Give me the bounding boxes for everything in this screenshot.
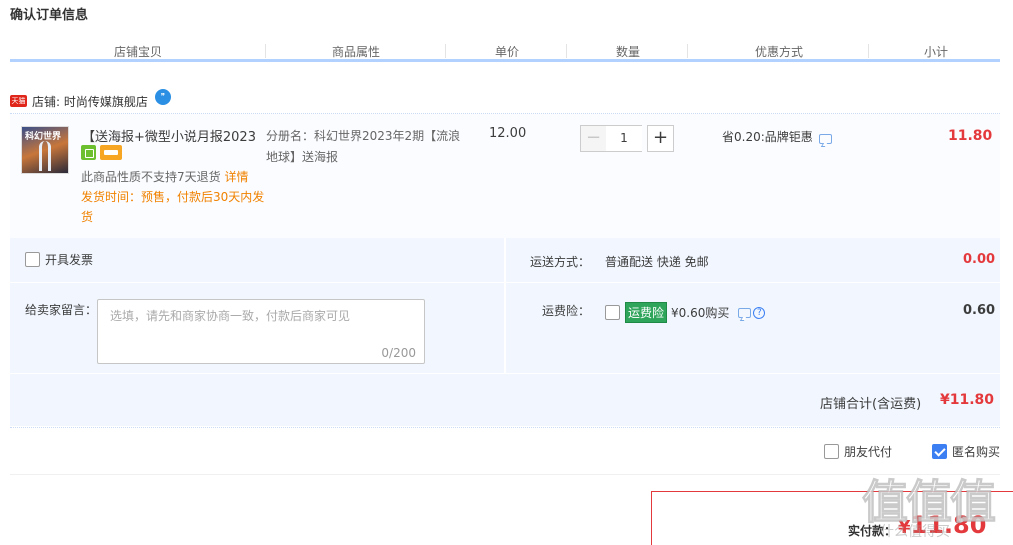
- quantity-input[interactable]: 1: [606, 125, 642, 152]
- anonymous-buy-option[interactable]: 匿名购买: [932, 443, 1000, 460]
- discount-comment-icon[interactable]: [818, 133, 832, 144]
- char-counter: 0/200: [381, 346, 416, 360]
- col-header-discount: 优惠方式: [755, 45, 804, 59]
- credit-card-icon[interactable]: [100, 145, 122, 160]
- col-header-quantity: 数量: [616, 45, 641, 59]
- shipping-method-label: 运送方式：: [530, 255, 591, 269]
- friend-pay-checkbox[interactable]: [824, 444, 839, 459]
- col-header-subtotal: 小计: [924, 45, 949, 59]
- shop-total-label: 店铺合计(含运费): [820, 397, 922, 412]
- seller-message-textarea[interactable]: 选填，请先和商家协商一致，付款后商家可见 0/200: [97, 299, 425, 364]
- insurance-checkbox[interactable]: [605, 305, 620, 320]
- invoice-checkbox[interactable]: [25, 252, 40, 267]
- help-question-icon[interactable]: ?: [753, 306, 766, 319]
- insurance-label: 运费险：: [542, 304, 591, 318]
- product-badges: [81, 145, 122, 160]
- shipping-method-value: 普通配送 快递 免邮: [605, 255, 709, 269]
- product-name-link[interactable]: 【送海报+微型小说月报2023...: [82, 126, 257, 145]
- shipping-fee: 0.00: [963, 252, 996, 267]
- tmall-badge-icon: 天猫: [10, 95, 27, 107]
- page-title: 确认订单信息: [10, 8, 89, 23]
- shop-name-link[interactable]: 店铺: 时尚传媒旗舰店: [32, 93, 148, 110]
- quantity-stepper: − 1 +: [580, 125, 674, 152]
- product-thumbnail[interactable]: 科幻世界: [21, 126, 69, 174]
- col-header-property: 商品属性: [332, 45, 381, 59]
- friend-pay-option[interactable]: 朋友代付: [824, 443, 892, 460]
- invoice-option[interactable]: 开具发票: [25, 251, 93, 268]
- wangwang-chat-icon[interactable]: ❞: [154, 89, 171, 105]
- shop-total-value: ¥11.80: [940, 392, 995, 408]
- seller-message-placeholder: 选填，请先和商家协商一致，付款后商家可见: [110, 309, 351, 323]
- col-header-shop-item: 店铺宝贝: [114, 45, 163, 59]
- return-detail-link[interactable]: 详情: [224, 170, 248, 184]
- insurance-tag: 运费险: [625, 302, 668, 323]
- table-header: 店铺宝贝 商品属性 单价 数量 优惠方式 小计: [10, 40, 1000, 62]
- unit-price: 12.00: [489, 126, 527, 141]
- seller-message-label: 给卖家留言：: [25, 303, 98, 317]
- ship-time-notice: 发货时间：预售，付款后30天内发货: [81, 190, 265, 224]
- watermark-site: 什么值得买: [880, 524, 950, 540]
- service-guarantee-icon[interactable]: [81, 145, 96, 160]
- shop-row: 天猫 店铺: 时尚传媒旗舰店 ❞: [10, 89, 171, 110]
- insurance-comment-icon[interactable]: [738, 307, 752, 318]
- item-subtotal: 11.80: [948, 128, 993, 144]
- discount-method: 省0.20:品牌钜惠: [722, 128, 832, 145]
- col-header-price: 单价: [495, 45, 520, 59]
- insurance-fee: 0.60: [963, 303, 996, 318]
- no-return-notice: 此商品性质不支持7天退货 详情: [81, 170, 249, 184]
- quantity-plus-button[interactable]: +: [647, 125, 674, 152]
- insurance-option: 运费险 ¥0.60购买 ?: [605, 302, 766, 323]
- quantity-minus-button[interactable]: −: [580, 125, 607, 152]
- product-property: 分册名：科幻世界2023年2期【流浪地球】送海报: [266, 129, 461, 164]
- anonymous-buy-checkbox[interactable]: [932, 444, 947, 459]
